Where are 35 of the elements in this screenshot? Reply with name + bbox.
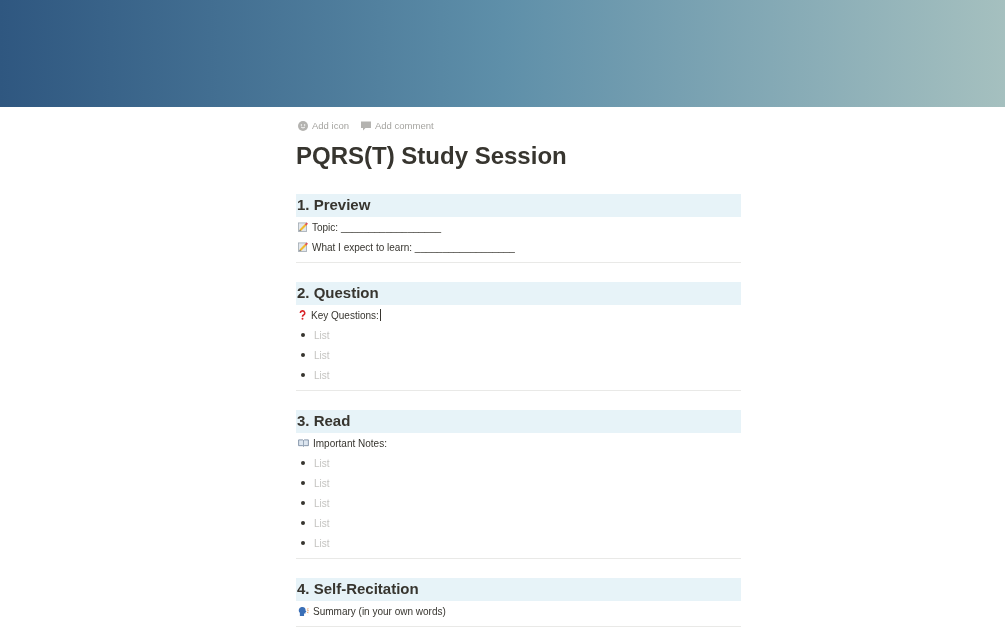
bullet-icon	[301, 373, 305, 377]
bullet-icon	[301, 501, 305, 505]
list-item-field[interactable]: List	[314, 327, 374, 343]
list-item-field[interactable]: List	[314, 535, 374, 551]
section-heading: 1. Preview	[296, 194, 741, 217]
open-book-icon	[298, 439, 309, 447]
speech-bubble-icon	[361, 121, 371, 131]
bullet-icon	[301, 333, 305, 337]
add-comment-button[interactable]: Add comment	[361, 118, 434, 134]
list-item-field[interactable]: List	[314, 495, 374, 511]
paragraph-text: Summary (in your own words)	[313, 604, 446, 619]
page-title: PQRS(T) Study Session	[296, 141, 568, 171]
paragraph-text: What I expect to learn: __________________	[312, 240, 515, 255]
notepad-pencil-icon	[298, 222, 308, 232]
bullet-icon	[301, 521, 305, 525]
list-item-field[interactable]: List	[314, 515, 374, 531]
paragraph-text: Important Notes:	[313, 436, 387, 451]
list-item-field[interactable]: List	[314, 367, 374, 383]
bullet-icon	[301, 541, 305, 545]
list-item-field[interactable]: List	[314, 455, 374, 471]
smiley-icon	[298, 121, 308, 131]
bullet-icon	[301, 481, 305, 485]
paragraph-text: Topic: __________________	[312, 220, 441, 235]
section-heading: 2. Question	[296, 282, 741, 305]
bullet-icon	[301, 461, 305, 465]
paragraph-text: Key Questions:	[311, 308, 379, 323]
speaking-head-icon	[298, 606, 309, 616]
list-item-field[interactable]: List	[314, 347, 374, 363]
notepad-pencil-icon	[298, 242, 308, 252]
section-heading: 4. Self-Recitation	[296, 578, 741, 601]
question-mark-icon	[299, 310, 306, 320]
add-icon-button[interactable]: Add icon	[298, 118, 349, 134]
bullet-icon	[301, 353, 305, 357]
list-item-field[interactable]: List	[314, 475, 374, 491]
section-heading: 3. Read	[296, 410, 741, 433]
